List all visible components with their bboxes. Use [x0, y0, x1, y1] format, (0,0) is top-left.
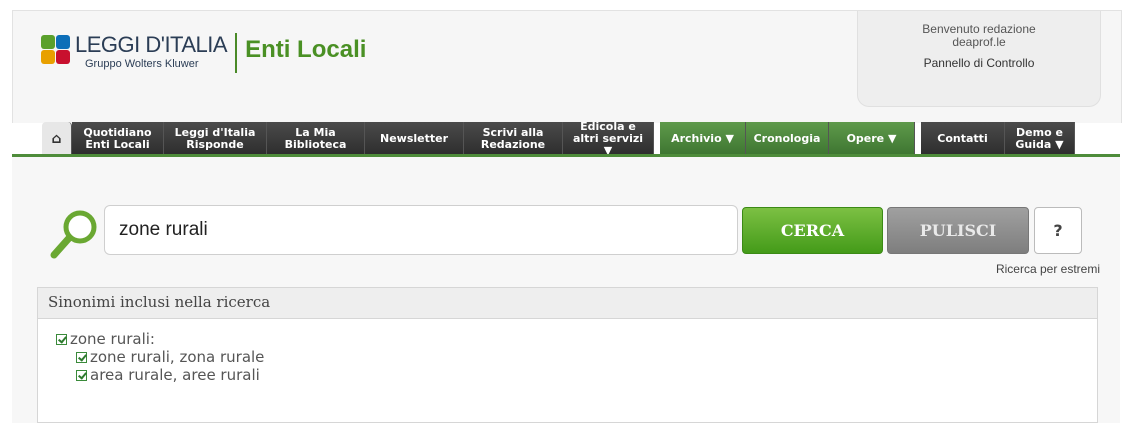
brand-subtitle: Gruppo Wolters Kluwer: [85, 58, 199, 70]
nav-biblioteca[interactable]: La Mia Biblioteca: [267, 122, 365, 156]
main-nav: ⌂ Quotidiano Enti Locali Leggi d'Italia …: [42, 120, 1075, 157]
brand-title: LEGGI D'ITALIA: [75, 32, 228, 57]
search-input[interactable]: [104, 205, 738, 255]
welcome-box: Benvenuto redazione deaprof.le Pannello …: [857, 11, 1101, 107]
list-item[interactable]: zone rurali, zona rurale: [56, 348, 1097, 366]
nav-demo-guida[interactable]: Demo e Guida ▼: [1005, 122, 1075, 156]
nav-leggi-risponde[interactable]: Leggi d'Italia Risponde: [164, 122, 267, 156]
page: LEGGI D'ITALIA Gruppo Wolters Kluwer Ent…: [0, 0, 1130, 423]
header: LEGGI D'ITALIA Gruppo Wolters Kluwer Ent…: [12, 10, 1122, 123]
synonym-root-label: zone rurali:: [70, 330, 155, 348]
search-button[interactable]: CERCA: [742, 207, 883, 254]
synonym-label: zone rurali, zona rurale: [90, 348, 265, 366]
nav-contatti[interactable]: Contatti: [921, 122, 1005, 156]
username: deaprof.le: [952, 35, 1006, 49]
checkbox-checked-icon[interactable]: [56, 333, 67, 345]
synonyms-heading: Sinonimi inclusi nella ricerca: [38, 288, 1097, 319]
list-item[interactable]: area rurale, aree rurali: [56, 366, 1097, 384]
wolters-kluwer-logo-icon: [41, 35, 71, 65]
synonym-root-row[interactable]: zone rurali:: [56, 330, 1097, 348]
product-name: Enti Locali: [245, 36, 367, 63]
nav-edicola[interactable]: Edicola e altri servizi ▼: [563, 121, 654, 157]
checkbox-checked-icon[interactable]: [76, 351, 87, 363]
logo-divider: [235, 33, 238, 73]
home-icon[interactable]: ⌂: [42, 122, 72, 156]
nav-quotidiano[interactable]: Quotidiano Enti Locali: [72, 122, 164, 156]
synonym-label: area rurale, aree rurali: [90, 366, 260, 384]
nav-scrivi-redazione[interactable]: Scrivi alla Redazione: [464, 122, 563, 156]
help-button[interactable]: ?: [1034, 207, 1082, 254]
checkbox-checked-icon[interactable]: [76, 369, 87, 381]
nav-archivio[interactable]: Archivio ▼: [660, 122, 746, 156]
nav-cronologia[interactable]: Cronologia: [746, 122, 829, 156]
brand-logo[interactable]: LEGGI D'ITALIA Gruppo Wolters Kluwer Ent…: [41, 33, 366, 73]
nav-opere[interactable]: Opere ▼: [829, 122, 915, 156]
clear-button[interactable]: PULISCI: [887, 207, 1029, 254]
magnifier-icon: [50, 210, 97, 259]
search-by-reference-link[interactable]: Ricerca per estremi: [996, 262, 1100, 276]
synonyms-panel: Sinonimi inclusi nella ricerca zone rura…: [37, 287, 1098, 423]
nav-newsletter[interactable]: Newsletter: [365, 122, 464, 156]
synonyms-list: zone rurali: zone rurali, zona rurale ar…: [38, 319, 1097, 384]
control-panel-link[interactable]: Pannello di Controllo: [858, 56, 1100, 70]
